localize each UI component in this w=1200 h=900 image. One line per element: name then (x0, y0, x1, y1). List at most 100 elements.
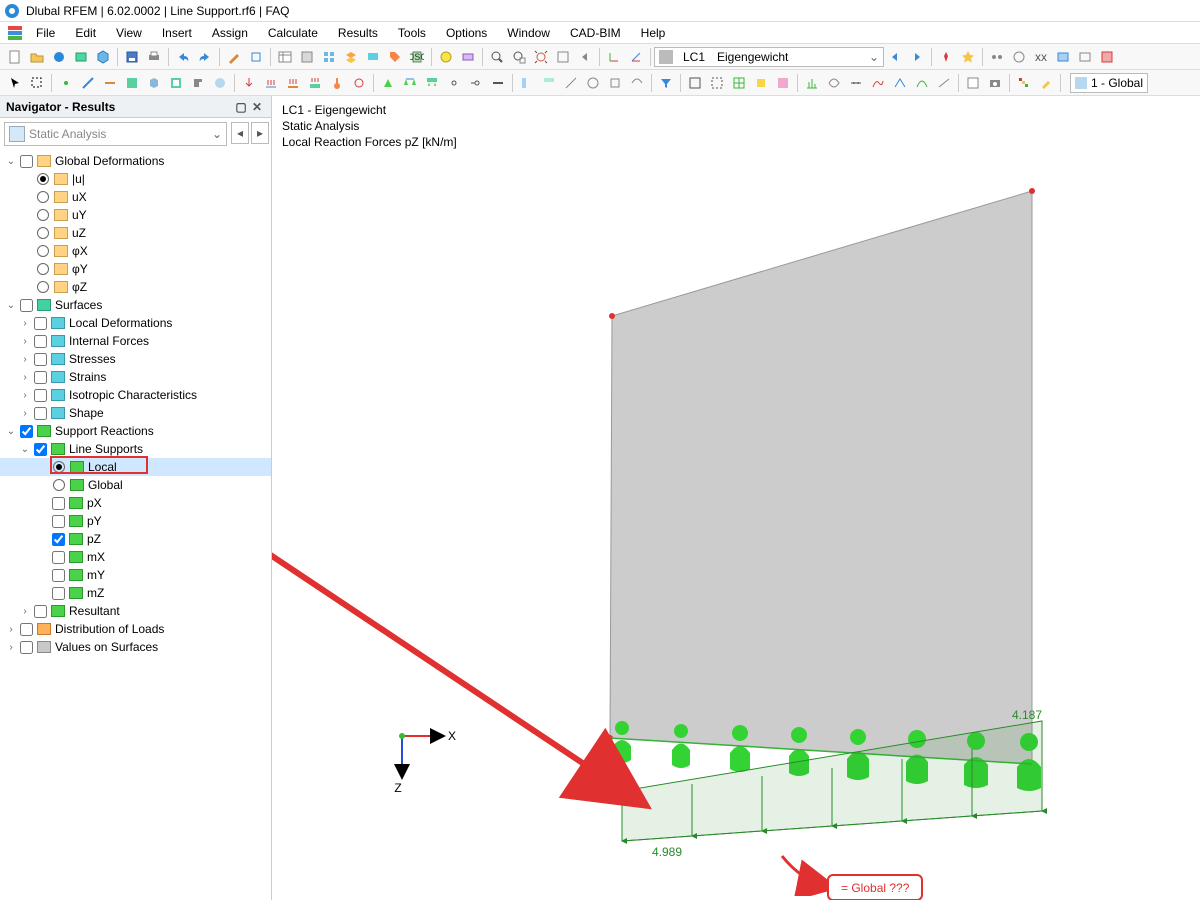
load-node-icon[interactable] (239, 73, 259, 93)
lc-next-icon[interactable] (907, 47, 927, 67)
tree-item-global[interactable]: Global (0, 476, 271, 494)
tree-values-surfaces[interactable]: › Values on Surfaces (0, 638, 271, 656)
tree-item-phiy[interactable]: φY (0, 260, 271, 278)
hinge-icon[interactable] (444, 73, 464, 93)
radio-phiz[interactable] (37, 281, 49, 293)
axes-icon[interactable] (626, 47, 646, 67)
mode-e-icon[interactable] (1075, 47, 1095, 67)
load-temp-icon[interactable] (327, 73, 347, 93)
edit-scale-icon[interactable] (1036, 73, 1056, 93)
tool-5-icon[interactable] (605, 73, 625, 93)
tree-item-pz[interactable]: pZ (0, 530, 271, 548)
tree-item-my[interactable]: mY (0, 566, 271, 584)
app-menu-icon[interactable] (5, 23, 25, 43)
result-e-icon[interactable] (890, 73, 910, 93)
release-icon[interactable] (466, 73, 486, 93)
section-icon[interactable] (188, 73, 208, 93)
menu-view[interactable]: View (106, 24, 152, 42)
check-resultant[interactable] (34, 605, 47, 618)
radio-phix[interactable] (37, 245, 49, 257)
radio-phiy[interactable] (37, 263, 49, 275)
solid-icon[interactable] (144, 73, 164, 93)
comb-icon[interactable] (458, 47, 478, 67)
model-viewport[interactable]: LC1 - Eigengewicht Static Analysis Local… (272, 96, 1200, 900)
check-pz[interactable] (52, 533, 65, 546)
mode-b-icon[interactable] (1009, 47, 1029, 67)
menu-edit[interactable]: Edit (65, 24, 106, 42)
tree-item-px[interactable]: pX (0, 494, 271, 512)
tree-surfaces[interactable]: ⌄ Surfaces (0, 296, 271, 314)
render-icon[interactable] (773, 73, 793, 93)
open-icon[interactable] (27, 47, 47, 67)
tree-isotropic[interactable]: ›Isotropic Characteristics (0, 386, 271, 404)
tree-support-reactions[interactable]: ⌄ Support Reactions (0, 422, 271, 440)
view-prev-icon[interactable] (575, 47, 595, 67)
tool-b-icon[interactable] (246, 47, 266, 67)
check-val-surf[interactable] (20, 641, 33, 654)
opening-icon[interactable] (166, 73, 186, 93)
tool-2-icon[interactable] (539, 73, 559, 93)
block-icon[interactable] (71, 47, 91, 67)
support-line-icon[interactable] (400, 73, 420, 93)
zoom-window-icon[interactable] (509, 47, 529, 67)
lc-prev-icon[interactable] (885, 47, 905, 67)
tree-shape[interactable]: ›Shape (0, 404, 271, 422)
tree-strains[interactable]: ›Strains (0, 368, 271, 386)
tree-item-u[interactable]: |u| (0, 170, 271, 188)
tree-item-uz[interactable]: uZ (0, 224, 271, 242)
menu-calculate[interactable]: Calculate (258, 24, 328, 42)
grid-icon[interactable] (319, 47, 339, 67)
mesh-icon[interactable] (729, 73, 749, 93)
print-icon[interactable] (144, 47, 164, 67)
result-f-icon[interactable] (912, 73, 932, 93)
member-icon[interactable] (100, 73, 120, 93)
loadcase-selector[interactable]: LC1 Eigengewicht ⌄ (654, 47, 884, 67)
nav-next-icon[interactable]: ▸ (251, 122, 269, 144)
list-icon[interactable] (297, 47, 317, 67)
close-panel-icon[interactable]: ✕ (249, 100, 265, 114)
menu-window[interactable]: Window (497, 24, 560, 42)
radio-u[interactable] (37, 173, 49, 185)
scale-icon[interactable] (751, 73, 771, 93)
check-py[interactable] (52, 515, 65, 528)
menu-cad-bim[interactable]: CAD-BIM (560, 24, 631, 42)
undock-icon[interactable]: ▢ (233, 100, 249, 114)
check-px[interactable] (52, 497, 65, 510)
wizard-icon[interactable] (49, 47, 69, 67)
pin-icon[interactable] (936, 47, 956, 67)
cursor-icon[interactable] (5, 73, 25, 93)
mode-a-icon[interactable] (987, 47, 1007, 67)
result-g-icon[interactable] (934, 73, 954, 93)
filter-icon[interactable] (656, 73, 676, 93)
check-my[interactable] (52, 569, 65, 582)
showall-icon[interactable] (685, 73, 705, 93)
check-line-supports[interactable] (34, 443, 47, 456)
menu-file[interactable]: File (26, 24, 65, 42)
tool-3-icon[interactable] (561, 73, 581, 93)
tree-item-uy[interactable]: uY (0, 206, 271, 224)
menu-assign[interactable]: Assign (202, 24, 258, 42)
ucs-icon[interactable] (604, 47, 624, 67)
tree-stresses[interactable]: ›Stresses (0, 350, 271, 368)
tree-item-phiz[interactable]: φZ (0, 278, 271, 296)
check-dist-loads[interactable] (20, 623, 33, 636)
analysis-type-dropdown[interactable]: Static Analysis ⌄ (4, 122, 227, 146)
tree-item-mx[interactable]: mX (0, 548, 271, 566)
check-mx[interactable] (52, 551, 65, 564)
tree-item-phix[interactable]: φX (0, 242, 271, 260)
tree-resultant[interactable]: ›Resultant (0, 602, 271, 620)
printout-icon[interactable] (963, 73, 983, 93)
tool-1-icon[interactable] (517, 73, 537, 93)
radio-local[interactable] (53, 461, 65, 473)
save-icon[interactable] (122, 47, 142, 67)
new-icon[interactable] (5, 47, 25, 67)
tree-item-mz[interactable]: mZ (0, 584, 271, 602)
load-member-icon[interactable] (283, 73, 303, 93)
color-scale-icon[interactable] (1014, 73, 1034, 93)
load-line-icon[interactable] (261, 73, 281, 93)
check-global-def[interactable] (20, 155, 33, 168)
table-icon[interactable] (275, 47, 295, 67)
check-support-reactions[interactable] (20, 425, 33, 438)
tool-a-icon[interactable] (224, 47, 244, 67)
menu-tools[interactable]: Tools (388, 24, 436, 42)
